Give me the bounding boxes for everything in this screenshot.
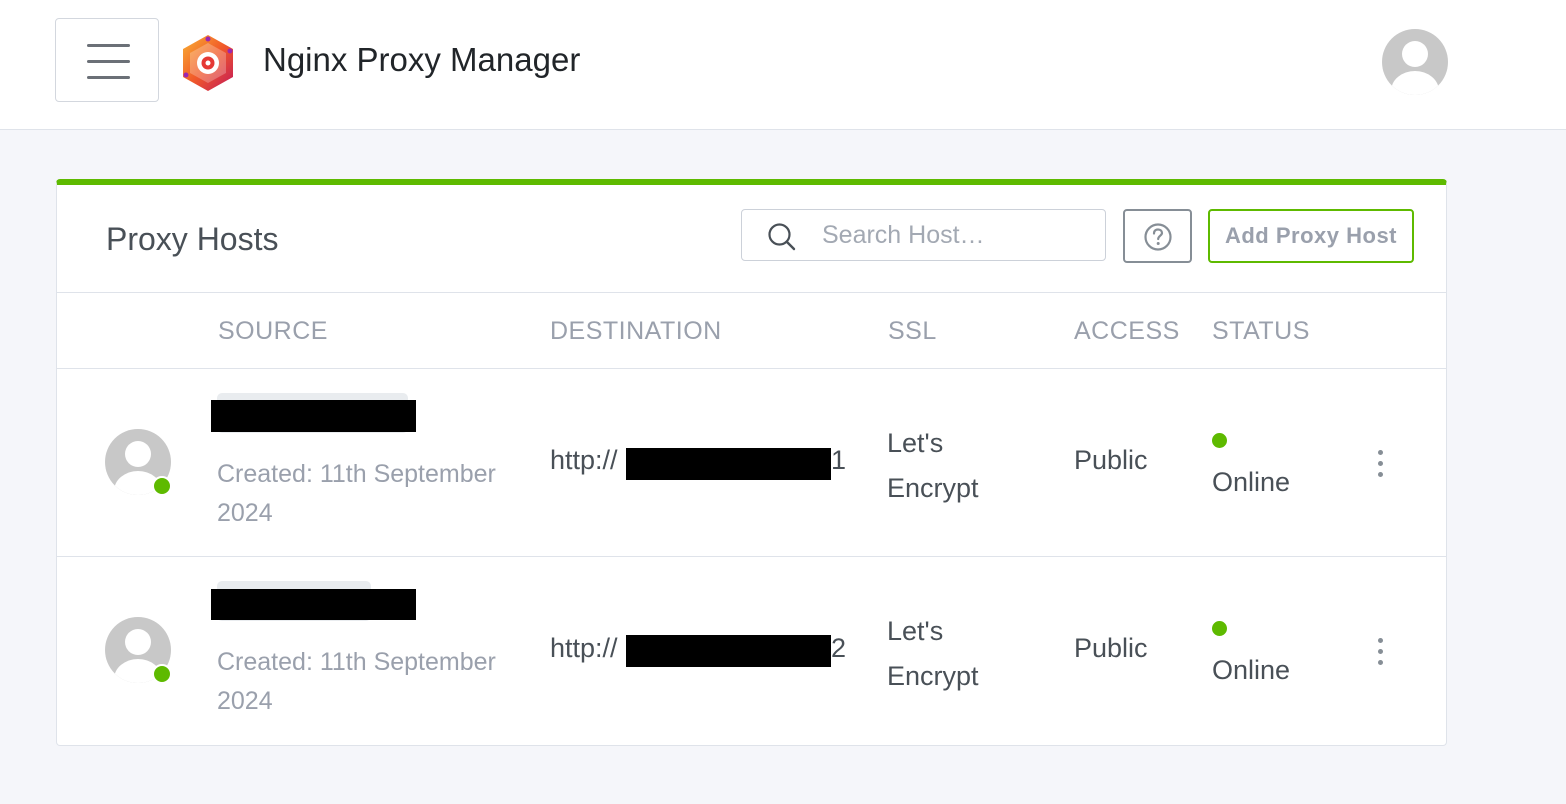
redacted-domain [211,400,416,432]
destination-url: http:// [550,633,618,664]
user-avatar-icon[interactable] [1382,29,1448,95]
column-header-destination[interactable]: DESTINATION [550,317,722,346]
nginx-proxy-manager-logo [183,35,233,91]
table-row[interactable]: Created: 11th September 2024 http:// 2 L… [57,557,1446,744]
online-indicator [152,664,172,684]
redacted-domain [211,589,416,620]
column-header-status[interactable]: STATUS [1212,317,1310,346]
hamburger-menu-icon [87,44,130,47]
row-actions-menu-icon[interactable] [1369,447,1393,483]
created-date: Created: 11th September 2024 [217,648,496,715]
help-button[interactable] [1123,209,1192,263]
destination-prefix: http:// [550,633,618,663]
row-actions-menu-icon[interactable] [1369,635,1393,671]
destination-suffix: 2 [831,633,847,663]
question-circle-icon [1144,223,1172,251]
top-navbar: Nginx Proxy Manager [0,0,1566,130]
destination-suffix: 1 [831,445,847,475]
search-input[interactable] [822,218,1092,252]
column-header-access[interactable]: ACCESS [1074,317,1180,346]
created-date: Created: 11th September 2024 [217,460,496,527]
hamburger-menu-icon-bar [87,76,130,79]
ssl-provider: Let's Encrypt [887,616,979,691]
search-icon [768,223,796,251]
status-dot [1212,433,1227,448]
menu-toggle-button[interactable] [55,18,159,102]
status-dot [1212,621,1227,636]
search-box[interactable] [741,209,1106,261]
column-header-ssl[interactable]: SSL [888,317,937,346]
status-text: Online [1212,467,1291,497]
destination-url: http:// [550,445,618,476]
access-list: Public [1074,633,1148,663]
column-header-source[interactable]: SOURCE [218,317,328,346]
destination-prefix: http:// [550,445,618,475]
hamburger-menu-icon-bar [87,60,130,63]
app-title[interactable]: Nginx Proxy Manager [263,38,580,82]
redacted-destination [626,635,831,667]
redacted-destination [626,448,831,480]
table-row[interactable]: Created: 11th September 2024 http:// 1 L… [57,369,1446,556]
online-indicator [152,476,172,496]
status-text: Online [1212,655,1291,685]
access-list: Public [1074,445,1148,475]
ssl-provider: Let's Encrypt [887,428,979,503]
proxy-hosts-card: Proxy Hosts Add Proxy Host SOURCE DESTIN… [56,179,1447,746]
card-title: Proxy Hosts [106,221,279,257]
divider [57,292,1446,293]
add-proxy-host-button[interactable]: Add Proxy Host [1208,209,1414,263]
